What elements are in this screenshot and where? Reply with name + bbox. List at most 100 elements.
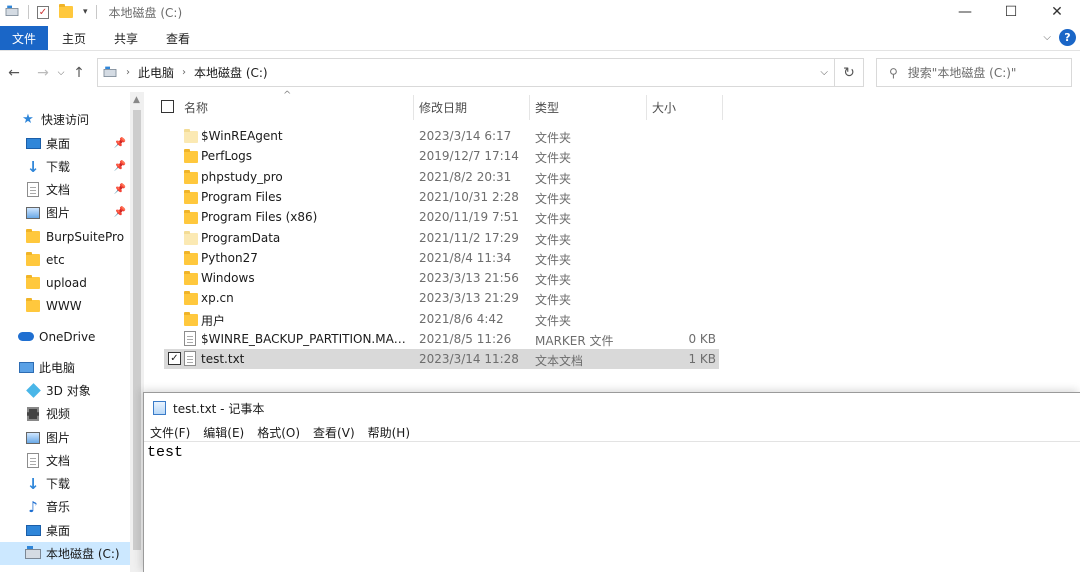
nav-item-videos[interactable]: 视频 [0,402,130,425]
notepad-title-bar[interactable]: test.txt - 记事本 [144,393,1080,423]
nav-this-pc[interactable]: 此电脑 [0,356,130,379]
file-name: test.txt [201,352,245,366]
menu-help[interactable]: 帮助(H) [368,424,410,441]
breadcrumb-local-disk[interactable]: 本地磁盘 (C:) [194,64,268,81]
column-header-type[interactable]: 类型 [535,95,559,120]
nav-item-3d-objects[interactable]: 3D 对象 [0,379,130,402]
nav-onedrive[interactable]: OneDrive [0,325,130,348]
file-type: 文件夹 [535,192,572,206]
file-row[interactable]: Program Files 2021/10/31 2:28 文件夹 [164,187,719,207]
nav-item-www[interactable]: WWW [0,294,130,317]
expand-ribbon-icon[interactable]: ⌵ [1043,32,1051,43]
nav-item-pictures-pc[interactable]: 图片 [0,426,130,449]
file-row[interactable]: xp.cn 2023/3/13 21:29 文件夹 [164,288,719,308]
file-row[interactable]: Windows 2023/3/13 21:56 文件夹 [164,268,719,288]
menu-view[interactable]: 查看(V) [313,424,355,441]
tab-file[interactable]: 文件 [0,26,49,50]
notepad-window[interactable]: test.txt - 记事本 文件(F) 编辑(E) 格式(O) 查看(V) 帮… [143,392,1080,572]
window-controls: — ☐ ✕ [942,0,1080,24]
address-bar[interactable]: › 此电脑 › 本地磁盘 (C:) ⌵ [97,58,835,87]
file-row[interactable]: 用户 2021/8/6 4:42 文件夹 [164,309,719,329]
menu-edit[interactable]: 编辑(E) [203,424,244,441]
select-all-checkbox[interactable] [161,100,174,113]
file-row[interactable]: phpstudy_pro 2021/8/2 20:31 文件夹 [164,167,719,187]
minimize-button[interactable]: — [942,0,988,24]
nav-scrollbar[interactable]: ▲ [130,92,144,572]
nav-label: 图片 [46,206,71,220]
file-type: 文件夹 [535,212,572,226]
address-dropdown-icon[interactable]: ⌵ [820,67,828,78]
file-row[interactable]: Python27 2021/8/4 11:34 文件夹 [164,248,719,268]
onedrive-icon [18,332,34,341]
nav-item-downloads-pc[interactable]: ↓ 下载 [0,472,130,495]
help-icon[interactable]: ? [1059,29,1076,46]
scroll-up-icon[interactable]: ▲ [133,95,140,105]
folder-icon [184,230,198,248]
menu-format[interactable]: 格式(O) [257,424,300,441]
file-type: MARKER 文件 [535,334,614,348]
nav-item-burpsuitepro[interactable]: BurpSuitePro [0,225,130,248]
file-type: 文件夹 [535,151,572,165]
nav-item-music[interactable]: ♪ 音乐 [0,495,130,518]
breadcrumb-this-pc[interactable]: 此电脑 [138,64,174,81]
nav-item-local-disk[interactable]: 本地磁盘 (C:) [0,542,130,565]
file-row[interactable]: $WINRE_BACKUP_PARTITION.MARKER 2021/8/5 1… [164,329,719,349]
forward-icon[interactable]: → [32,65,54,81]
column-header-name[interactable]: 名称 [184,95,208,120]
nav-label: 下载 [46,160,71,174]
file-type: 文件夹 [535,253,572,267]
file-date: 2021/11/2 17:29 [419,231,519,245]
notepad-title: test.txt - 记事本 [173,401,265,416]
nav-quick-access[interactable]: ★ 快速访问 [0,108,130,131]
file-name: Program Files [201,190,282,204]
document-icon [27,182,39,197]
close-button[interactable]: ✕ [1034,0,1080,24]
row-checkbox[interactable]: ✓ [168,352,181,365]
folder-icon [184,209,198,227]
file-row[interactable]: ✓ test.txt 2023/3/14 11:28 文本文档 1 KB [164,349,719,369]
folder-icon [184,290,198,308]
file-row[interactable]: PerfLogs 2019/12/7 17:14 文件夹 [164,146,719,166]
properties-icon[interactable]: ✓ [37,5,49,19]
file-type: 文件夹 [535,131,572,145]
tab-share[interactable]: 共享 [100,26,152,50]
notepad-icon [153,401,166,415]
nav-item-documents[interactable]: 文档 📌 [0,178,130,201]
search-icon: ⚲ [889,65,898,80]
file-type: 文件夹 [535,314,572,328]
column-header-size[interactable]: 大小 [652,95,676,120]
nav-item-documents-pc[interactable]: 文档 [0,449,130,472]
drive-icon [25,545,41,559]
title-bar: ✓ ▾ 本地磁盘 (C:) — ☐ ✕ [0,0,1080,24]
nav-item-downloads[interactable]: ↓ 下载 📌 [0,155,130,178]
notepad-text-area[interactable]: test [147,444,183,461]
nav-label: upload [46,275,87,290]
menu-file[interactable]: 文件(F) [150,424,190,441]
file-row[interactable]: ProgramData 2021/11/2 17:29 文件夹 [164,228,719,248]
search-input[interactable]: ⚲ 搜索"本地磁盘 (C:)" [876,58,1072,87]
nav-item-desktop-pc[interactable]: 桌面 [0,519,130,542]
nav-item-pictures[interactable]: 图片 📌 [0,201,130,224]
nav-item-upload[interactable]: upload [0,271,130,294]
file-name: PerfLogs [201,149,253,163]
breadcrumb-chevron-icon[interactable]: › [182,67,186,78]
nav-label: OneDrive [39,329,96,344]
file-row[interactable]: Program Files (x86) 2020/11/19 7:51 文件夹 [164,207,719,227]
qat-dropdown-icon[interactable]: ▾ [83,7,88,17]
new-folder-icon[interactable] [59,4,73,18]
up-icon[interactable]: ↑ [68,65,90,81]
scrollbar-thumb[interactable] [133,110,141,550]
file-row[interactable]: $WinREAgent 2023/3/14 6:17 文件夹 [164,126,719,146]
back-icon[interactable]: ← [3,65,25,81]
recent-locations-icon[interactable]: ⌵ [54,68,68,78]
refresh-button[interactable]: ↻ [835,58,864,87]
nav-item-desktop[interactable]: 桌面 📌 [0,132,130,155]
tab-home[interactable]: 主页 [48,26,100,50]
breadcrumb-chevron-icon[interactable]: › [126,67,130,78]
column-header-date[interactable]: 修改日期 [419,95,467,120]
file-date: 2019/12/7 17:14 [419,149,519,163]
nav-item-etc[interactable]: etc [0,248,130,271]
maximize-button[interactable]: ☐ [988,0,1034,24]
tab-view[interactable]: 查看 [152,26,204,50]
file-icon [184,331,196,349]
